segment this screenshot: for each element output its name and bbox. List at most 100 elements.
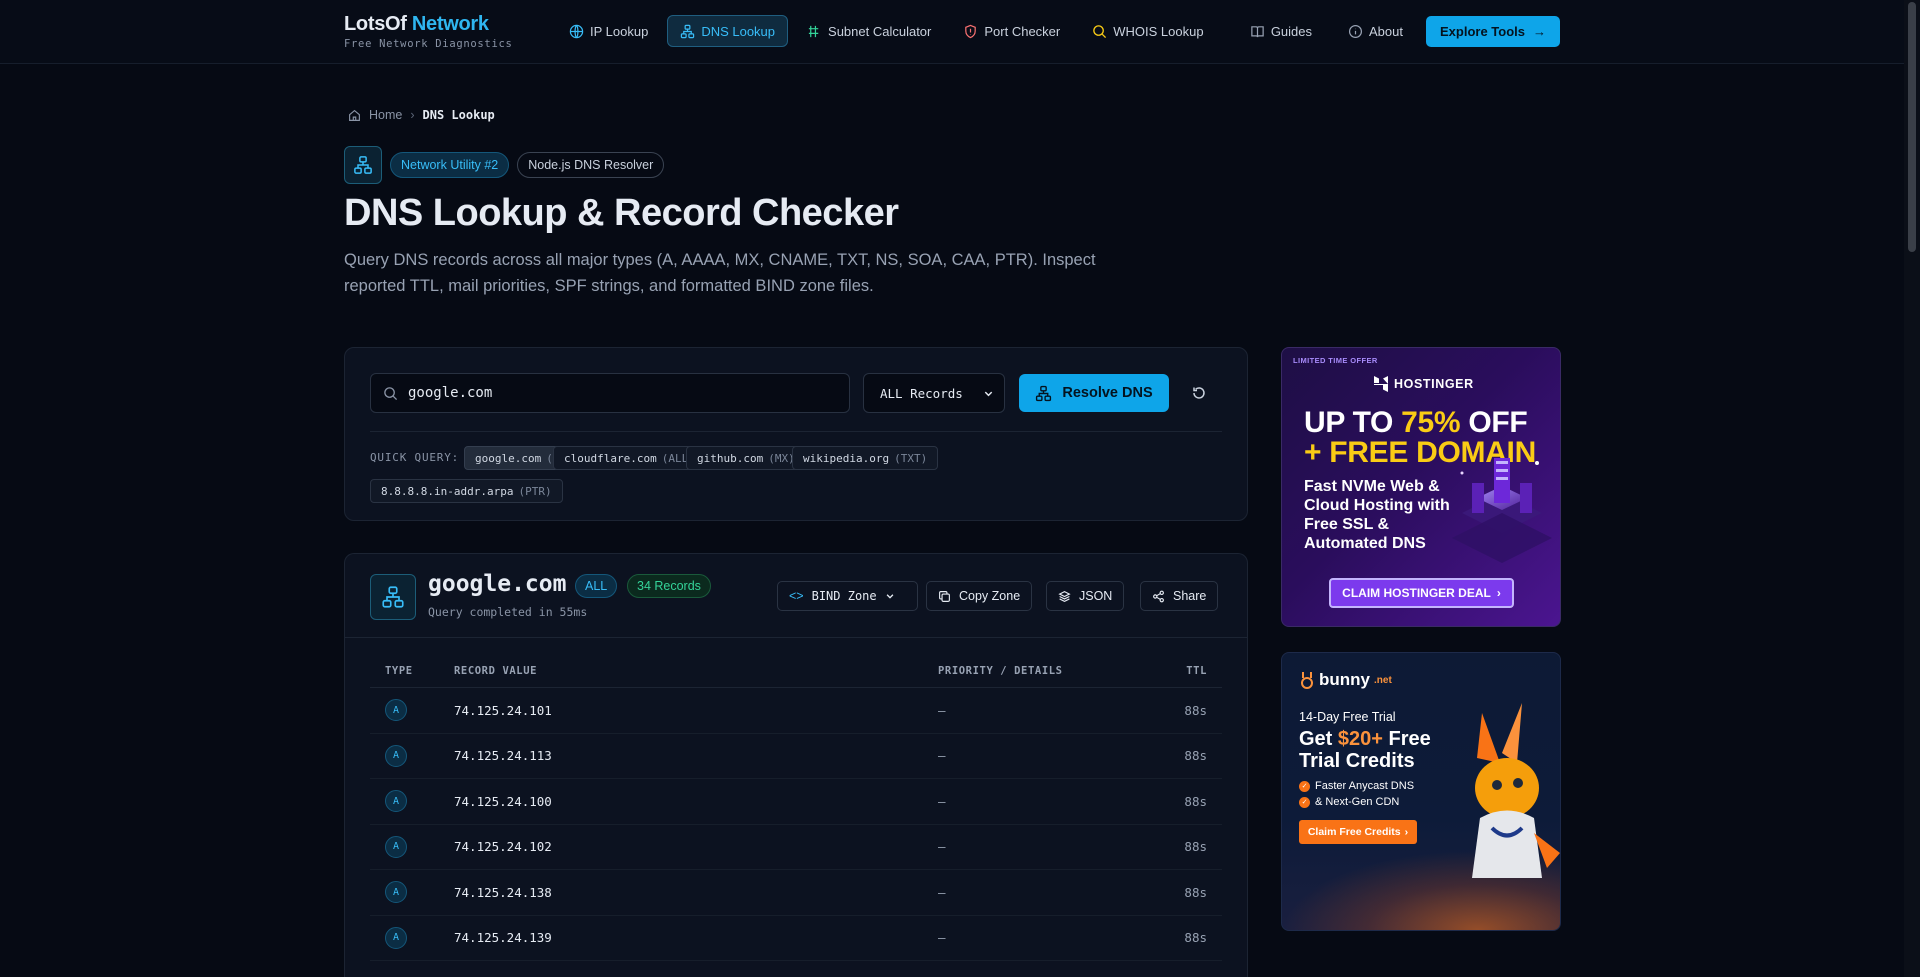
check-icon: ✓ [1299,796,1310,808]
chevron-right-icon: › [410,108,415,122]
table-row[interactable]: A 74.125.24.138 — 88s [370,870,1222,916]
results-divider [345,637,1247,638]
refresh-icon [1193,387,1205,399]
claim-credits-label: Claim Free Credits [1307,826,1401,838]
record-ttl: 88s [1184,884,1207,900]
utility-badge: Network Utility #2 [390,152,510,178]
json-label: JSON [1079,589,1113,603]
record-priority: — [938,884,946,900]
bind-zone-dropdown[interactable]: <> BIND Zone [777,581,918,611]
result-type-badge: ALL [575,574,618,598]
nav-guides-label: Guides [1270,23,1313,39]
claim-credits-button[interactable]: Claim Free Credits › [1299,820,1417,844]
record-priority: — [938,930,946,946]
globe-icon [569,24,584,38]
table-row[interactable]: A 74.125.24.139 — 88s [370,916,1222,961]
share-button[interactable]: Share [1140,581,1219,611]
nav-whois-lookup[interactable]: WHOIS Lookup [1079,15,1216,47]
page-description: Query DNS records across all major types… [344,251,1096,295]
resolve-dns-label: Resolve DNS [1062,385,1153,401]
copy-zone-button[interactable]: Copy Zone [926,581,1033,611]
record-value: 74.125.24.113 [454,748,552,764]
page-scrollbar[interactable] [1904,0,1920,977]
record-priority: — [938,839,946,855]
table-row[interactable]: A 74.125.24.100 — 88s [370,779,1222,825]
brand-tagline: Free Network Diagnostics [344,38,513,50]
table-row[interactable]: A 74.125.24.113 — 88s [370,734,1222,779]
records-table: TYPE RECORD VALUE PRIORITY / DETAILS TTL… [370,654,1222,961]
breadcrumb-home[interactable]: Home [369,108,402,122]
nav-about[interactable]: About [1335,15,1416,47]
bunny-feature-1: ✓ Faster Anycast DNS [1299,780,1414,792]
search-icon [384,386,398,400]
record-ttl: 88s [1184,793,1207,809]
col-value[interactable]: RECORD VALUE [454,665,938,677]
domain-input[interactable] [408,385,828,401]
check-icon: ✓ [1299,780,1310,792]
resolve-dns-button[interactable]: Resolve DNS [1019,374,1169,412]
record-type-select[interactable]: ALL Records [863,373,1005,413]
record-type-badge: A [385,699,407,722]
record-type-badge: A [385,926,407,949]
copy-zone-label: Copy Zone [959,589,1021,603]
bind-zone-label: BIND Zone [811,589,877,603]
nav-ip-lookup[interactable]: IP Lookup [556,15,661,47]
claim-hostinger-button[interactable]: CLAIM HOSTINGER DEAL › [1329,578,1514,608]
chevron-right-icon: › [1404,826,1409,838]
record-priority: — [938,748,946,764]
hostinger-logo-icon [1374,376,1388,392]
record-count-badge: 34 Records [627,574,711,598]
record-type-badge: A [385,790,407,813]
main-nav: IP Lookup DNS Lookup Subnet Calculator P… [556,15,1217,47]
hero-badges: Network Utility #2 Node.js DNS Resolver [344,146,665,184]
query-time: Query completed in 55ms [428,605,588,619]
page-title: DNS Lookup & Record Checker [344,192,899,234]
record-ttl: 88s [1184,930,1207,946]
query-divider [370,431,1222,432]
table-row[interactable]: A 74.125.24.101 — 88s [370,688,1222,734]
resolver-badge: Node.js DNS Resolver [517,152,665,178]
record-type-badge: A [385,835,407,858]
book-icon [1251,25,1264,37]
table-row[interactable]: A 74.125.24.102 — 88s [370,825,1222,870]
record-ttl: 88s [1184,748,1207,764]
search-icon [1093,24,1107,38]
quick-query-wikipedia[interactable]: wikipedia.org (TXT) [792,446,939,470]
col-type[interactable]: TYPE [370,665,454,677]
json-button[interactable]: JSON [1046,581,1125,611]
quick-query-ptr[interactable]: 8.8.8.8.in-addr.arpa (PTR) [370,479,563,503]
record-value: 74.125.24.101 [454,702,552,718]
nav-port-checker[interactable]: Port Checker [950,15,1073,47]
quick-query-github[interactable]: github.com (MX) [686,446,806,470]
record-ttl: 88s [1184,702,1207,718]
record-type-badge: A [385,881,407,904]
scrollbar-thumb[interactable] [1908,2,1916,252]
quick-query-cloudflare[interactable]: cloudflare.com (ALL) [553,446,706,470]
hostinger-subtext: Fast NVMe Web & Cloud Hosting with Free … [1304,478,1450,552]
result-domain: google.com [428,571,567,597]
code-icon: <> [789,589,804,603]
nav-subnet-calculator[interactable]: Subnet Calculator [794,15,944,47]
record-priority: — [938,793,946,809]
reset-button[interactable] [1185,379,1213,407]
nav-about-label: About [1369,23,1403,39]
nav-dns-lookup[interactable]: DNS Lookup [667,15,789,47]
bunny-trial: 14-Day Free Trial [1299,710,1396,724]
record-type-value: ALL Records [880,385,963,401]
record-value: 74.125.24.102 [454,839,552,855]
bunny-feature-2: ✓ & Next-Gen CDN [1299,796,1399,808]
domain-search-box[interactable] [370,373,850,413]
layers-icon [1058,590,1071,602]
explore-tools-button[interactable]: Explore Tools → [1426,15,1560,47]
hostinger-ad[interactable]: LIMITED TIME OFFER HOSTINGER UP TO 75% O… [1281,347,1561,627]
nav-guides[interactable]: Guides [1237,15,1325,47]
table-header: TYPE RECORD VALUE PRIORITY / DETAILS TTL [370,654,1222,688]
home-icon [349,109,360,121]
server-illustration [1452,458,1552,563]
col-ttl[interactable]: TTL [1158,665,1222,677]
col-priority[interactable]: PRIORITY / DETAILS [938,665,1158,677]
brand-logo[interactable]: LotsOf Network Free Network Diagnostics [344,13,513,50]
hostinger-logo: HOSTINGER [1374,376,1474,392]
nav-subnet-calculator-label: Subnet Calculator [828,23,932,39]
bunny-ad[interactable]: bunny .net 14-Day Free Trial Get $20+ Fre… [1281,652,1561,931]
